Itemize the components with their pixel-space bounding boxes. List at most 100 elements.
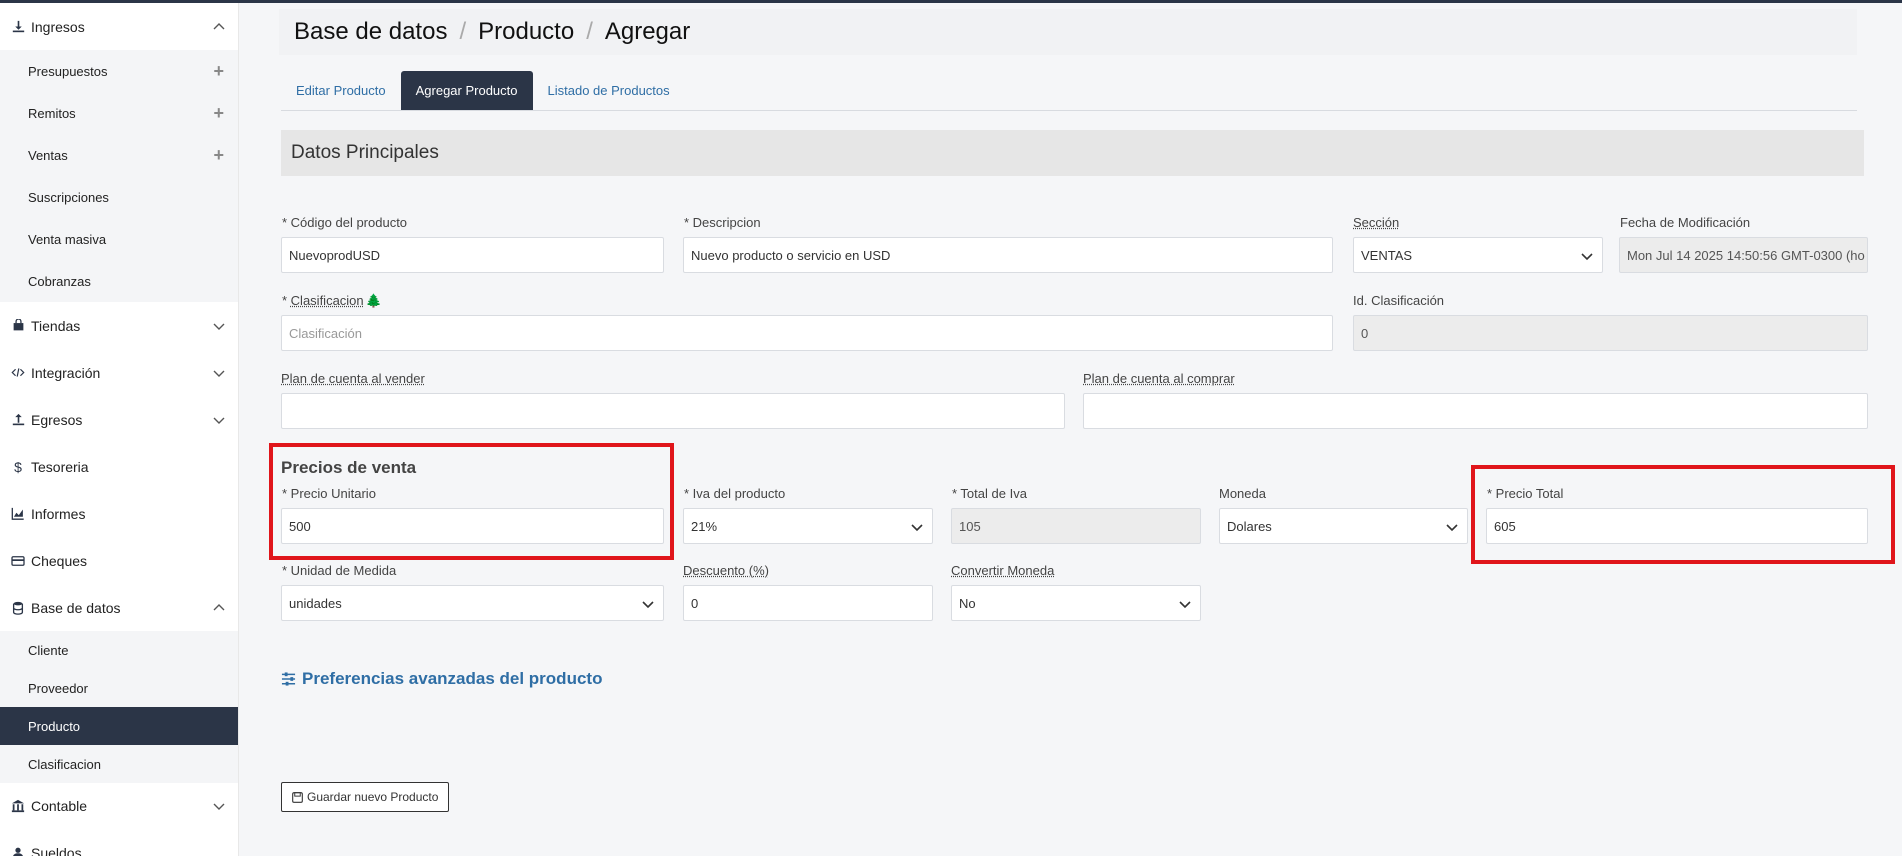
precio-unitario-input[interactable]: 500 [281,508,664,544]
ingresos-submenu: Presupuestos + Remitos + Ventas + Suscripci… [0,50,238,302]
sidebar-item-label: Base de datos [31,599,121,616]
unidad-medida-value: unidades [289,595,342,611]
fecha-mod-label: Fecha de Modificación [1620,215,1751,230]
sidebar-sub-label: Producto [28,718,81,734]
unidad-medida-select[interactable]: unidades [281,585,664,621]
sidebar-sub-label: Suscripciones [28,189,109,205]
convertir-moneda-label: Convertir Moneda [951,563,1055,578]
tab-editar-producto[interactable]: Editar Producto [281,71,401,110]
iva-producto-value: 21% [691,518,718,534]
plus-icon[interactable]: + [213,146,224,164]
advanced-preferences-label: Preferencias avanzadas del producto [302,669,603,688]
chevron-down-icon[interactable] [212,413,226,427]
sidebar-sub-ventas[interactable]: Ventas + [0,134,238,176]
sidebar-sub-cliente[interactable]: Cliente [0,631,238,669]
breadcrumb-producto[interactable]: Producto [478,18,574,46]
sidebar-item-base-de-datos[interactable]: Base de datos [0,584,238,631]
save-product-button[interactable]: Guardar nuevo Producto [281,782,450,812]
chevron-down-icon[interactable] [212,366,226,380]
seccion-select[interactable]: VENTAS [1353,237,1603,273]
sidebar-item-integracion[interactable]: Integración [0,349,238,396]
chevron-up-icon[interactable] [212,601,226,615]
chevron-up-icon[interactable] [212,20,226,34]
save-icon [292,791,303,803]
sidebar-sub-label: Remitos [28,105,76,121]
sidebar-sub-label: Venta masiva [28,231,107,247]
sidebar-sub-label: Proveedor [28,680,88,696]
sidebar-item-cheques[interactable]: Cheques [0,537,238,584]
iva-producto-select[interactable]: 21% [683,508,933,544]
chevron-down-icon [911,524,923,532]
codigo-input[interactable]: NuevoprodUSD [281,237,664,273]
codigo-label: * Código del producto [282,215,408,230]
sidebar-sub-label: Ventas [28,147,68,163]
precio-total-input[interactable]: 605 [1486,508,1868,544]
tree-icon[interactable]: 🌲 [366,293,382,308]
convertir-moneda-select[interactable]: No [951,585,1201,621]
sidebar-item-label: Contable [31,798,88,814]
sidebar-sub-proveedor[interactable]: Proveedor [0,669,238,707]
moneda-label: Moneda [1219,486,1266,501]
sidebar-sub-cobranzas[interactable]: Cobranzas [0,260,238,302]
chevron-down-icon[interactable] [212,799,226,813]
plan-comprar-input[interactable] [1083,393,1868,429]
unidad-medida-label: * Unidad de Medida [282,563,397,578]
plan-comprar-label: Plan de cuenta al comprar [1083,371,1235,386]
sidebar-item-label: Integración [31,364,101,381]
convertir-moneda-value: No [959,595,976,611]
breadcrumb-base-datos[interactable]: Base de datos [294,18,447,46]
section-title: Datos Principales [281,130,1864,176]
sidebar-item-label: Tiendas [31,317,81,334]
database-icon [10,600,26,616]
total-iva-label: * Total de Iva [952,486,1027,501]
chevron-down-icon[interactable] [212,319,226,333]
precio-total-label: * Precio Total [1487,486,1564,501]
main-content: Base de datos / Producto / Agregar Edita… [239,3,1902,856]
chevron-down-icon [1446,524,1458,532]
code-icon [10,365,26,381]
tab-agregar-producto[interactable]: Agregar Producto [400,71,533,110]
sidebar-item-contable[interactable]: Contable [0,783,238,829]
plus-icon[interactable]: + [213,104,224,122]
sidebar-item-informes[interactable]: Informes [0,490,238,537]
sidebar-sub-label: Cobranzas [28,273,91,289]
chevron-down-icon [1179,601,1191,609]
sidebar-sub-remitos[interactable]: Remitos + [0,92,238,134]
chart-icon [10,506,26,522]
descripcion-input[interactable]: Nuevo producto o servicio en USD [683,237,1333,273]
total-iva-input: 105 [951,508,1201,544]
moneda-select[interactable]: Dolares [1219,508,1468,544]
user-icon [10,845,26,856]
descuento-input[interactable]: 0 [683,585,933,621]
plan-vender-input[interactable] [281,393,1065,429]
sidebar-sub-label: Presupuestos [28,63,108,79]
sidebar-sub-clasificacion[interactable]: Clasificacion [0,745,238,783]
save-product-label: Guardar nuevo Producto [307,790,439,804]
sidebar-sub-venta-masiva[interactable]: Venta masiva [0,218,238,260]
seccion-value: VENTAS [1361,247,1413,263]
plus-icon[interactable]: + [213,62,224,80]
clasificacion-input[interactable]: Clasificación [281,315,1333,351]
sidebar-sub-producto[interactable]: Producto [0,707,238,745]
sidebar-item-label: Egresos [31,411,83,428]
product-tabs: Editar Producto Agregar Producto Listado… [281,71,1857,111]
sidebar-item-sueldos[interactable]: Sueldos [0,829,238,856]
shop-icon [10,318,26,334]
moneda-value: Dolares [1227,518,1272,534]
sidebar-sub-label: Clasificacion [28,756,101,772]
sidebar-item-ingresos[interactable]: Ingresos [0,3,238,50]
breadcrumb-agregar: Agregar [604,18,691,45]
sidebar-item-tesoreria[interactable]: $ Tesoreria [0,443,238,490]
download-icon [10,19,26,35]
chevron-down-icon [1581,253,1593,261]
clasificacion-label-text: Clasificacion [290,293,364,308]
sidebar-item-label: Cheques [31,552,88,569]
sidebar-sub-presupuestos[interactable]: Presupuestos + [0,50,238,92]
sidebar-sub-suscripciones[interactable]: Suscripciones [0,176,238,218]
sidebar-item-tiendas[interactable]: Tiendas [0,302,238,349]
id-clasificacion-input: 0 [1353,315,1868,351]
tab-listado-productos[interactable]: Listado de Productos [533,71,685,110]
advanced-preferences-link[interactable]: Preferencias avanzadas del producto [281,669,602,689]
descripcion-label: * Descripcion [684,215,761,230]
sidebar-item-egresos[interactable]: Egresos [0,396,238,443]
